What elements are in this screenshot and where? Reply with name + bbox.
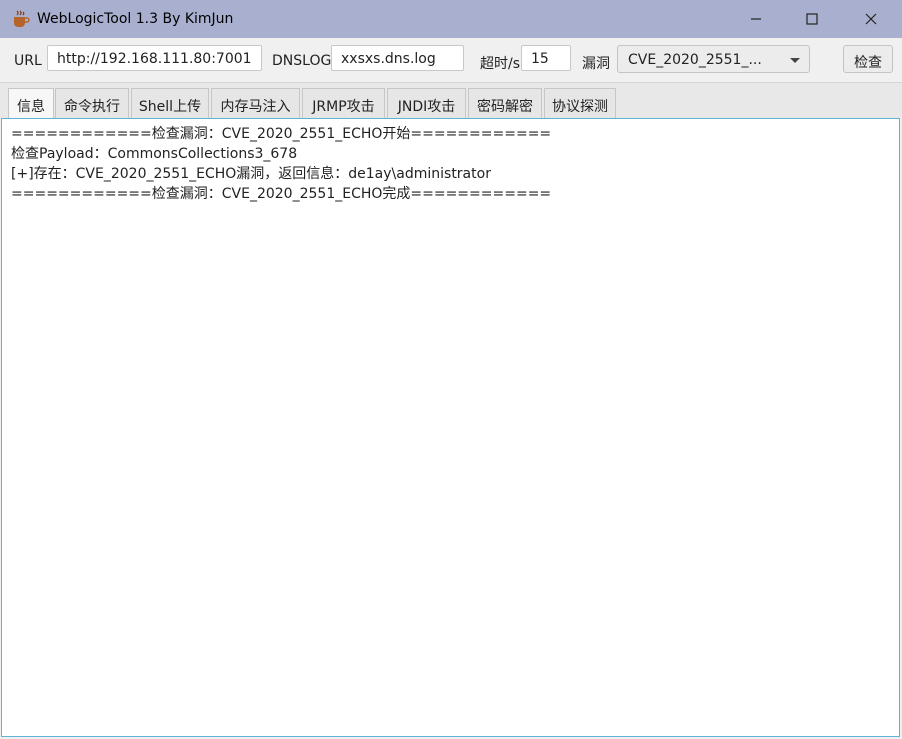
toolbar: URL http://192.168.111.80:7001 DNSLOG xx… [0, 38, 902, 82]
timeout-label: 超时/s [480, 56, 521, 72]
window-title: WebLogicTool 1.3 By KimJun [37, 11, 234, 27]
tab-protocol-detect[interactable]: 协议探测 [544, 88, 616, 119]
tab-shell-upload[interactable]: Shell上传 [131, 88, 209, 119]
vuln-label: 漏洞 [582, 56, 610, 72]
title-bar[interactable]: WebLogicTool 1.3 By KimJun [0, 0, 902, 38]
tab-password-decrypt[interactable]: 密码解密 [468, 88, 542, 119]
chevron-down-icon [790, 58, 800, 63]
close-button[interactable] [842, 0, 900, 38]
output-textarea[interactable]: ============检查漏洞：CVE_2020_2551_ECHO开始===… [1, 118, 900, 737]
console-log: ============检查漏洞：CVE_2020_2551_ECHO开始===… [2, 119, 899, 204]
check-button[interactable]: 检查 [843, 45, 893, 73]
url-label: URL [14, 53, 42, 69]
timeout-input[interactable]: 15 [521, 45, 571, 71]
vuln-select-value: CVE_2020_2551_... [628, 52, 762, 68]
console-line: [+]存在：CVE_2020_2551_ECHO漏洞，返回信息：de1ay\ad… [11, 166, 491, 182]
close-icon [865, 13, 877, 25]
console-line: ============检查漏洞：CVE_2020_2551_ECHO开始===… [11, 126, 552, 142]
console-line: ============检查漏洞：CVE_2020_2551_ECHO完成===… [11, 186, 552, 202]
vuln-select[interactable]: CVE_2020_2551_... [617, 45, 810, 73]
minimize-button[interactable] [727, 0, 785, 38]
tab-info[interactable]: 信息 [8, 88, 54, 119]
console-line: 检查Payload：CommonsCollections3_678 [11, 146, 298, 162]
tab-jndi-attack[interactable]: JNDI攻击 [387, 88, 466, 119]
tab-memshell-inject[interactable]: 内存马注入 [211, 88, 300, 119]
maximize-icon [806, 13, 818, 25]
tab-command-exec[interactable]: 命令执行 [55, 88, 129, 119]
tab-jrmp-attack[interactable]: JRMP攻击 [302, 88, 385, 119]
maximize-button[interactable] [783, 0, 841, 38]
url-input[interactable]: http://192.168.111.80:7001 [47, 45, 262, 71]
coffee-cup-icon [14, 10, 30, 27]
tab-bar: 信息 命令执行 Shell上传 内存马注入 JRMP攻击 JNDI攻击 密码解密… [0, 82, 902, 119]
dnslog-label: DNSLOG [272, 53, 332, 69]
minimize-icon [751, 18, 761, 20]
dnslog-input[interactable]: xxsxs.dns.log [331, 45, 464, 71]
